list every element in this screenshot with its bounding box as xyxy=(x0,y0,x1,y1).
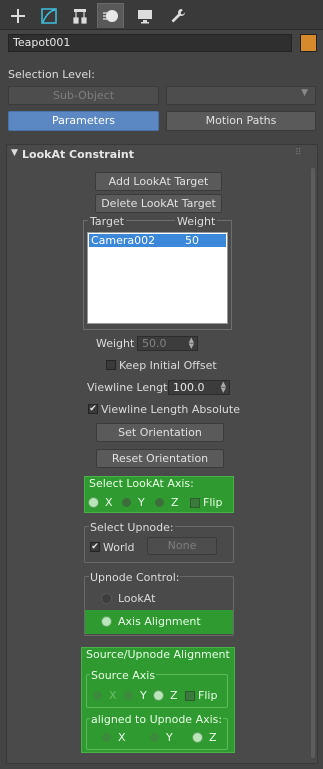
list-header-weight: Weight xyxy=(175,215,218,228)
lookat-axis-y-label: Y xyxy=(138,496,145,509)
viewline-length-absolute-label: Viewline Length Absolute xyxy=(101,403,240,416)
keep-initial-offset-checkbox[interactable] xyxy=(106,360,116,370)
aligned-axis-z-radio[interactable] xyxy=(193,733,202,742)
select-lookat-axis-title: Select LookAt Axis: xyxy=(89,477,194,490)
lookat-axis-x-radio[interactable] xyxy=(89,498,98,507)
upnode-axis-alignment-radio[interactable] xyxy=(102,617,111,626)
target-weight: 50 xyxy=(185,234,199,247)
source-axis-flip-label: Flip xyxy=(198,689,218,702)
list-header-target: Target xyxy=(88,215,127,228)
source-axis-z-label: Z xyxy=(170,689,178,702)
source-axis-flip-checkbox[interactable] xyxy=(185,691,195,701)
upnode-none-button[interactable]: None xyxy=(147,537,217,555)
motion-icon xyxy=(102,10,118,22)
lookat-axis-flip-checkbox[interactable] xyxy=(190,498,200,508)
viewline-length-spinner[interactable]: 100.0 ▲ ▼ xyxy=(168,380,230,395)
parameters-button[interactable]: Parameters xyxy=(8,111,159,131)
source-axis-title: Source Axis xyxy=(90,669,157,682)
weight-spinner[interactable]: 50.0 ▲ ▼ xyxy=(137,336,198,351)
weight-value: 50.0 xyxy=(142,337,167,350)
viewline-length-value: 100.0 xyxy=(173,381,205,394)
source-upnode-alignment-title: Source/Upnode Alignment xyxy=(86,648,230,661)
tab-create[interactable] xyxy=(4,3,31,28)
upnode-axis-alignment-label: Axis Alignment xyxy=(118,615,201,628)
aligned-upnode-axis-title: aligned to Upnode Axis: xyxy=(90,713,224,726)
source-axis-x-radio[interactable] xyxy=(93,691,102,700)
aligned-axis-x-radio[interactable] xyxy=(102,733,111,742)
lookat-axis-z-radio[interactable] xyxy=(155,498,164,507)
lookat-axis-y-radio[interactable] xyxy=(122,498,131,507)
motion-paths-button[interactable]: Motion Paths xyxy=(166,111,316,131)
aligned-axis-x-label: X xyxy=(118,731,126,744)
source-axis-y-radio[interactable] xyxy=(124,691,133,700)
tab-utilities[interactable] xyxy=(164,3,191,28)
lookat-axis-z-label: Z xyxy=(171,496,179,509)
lookat-axis-x-label: X xyxy=(105,496,113,509)
wrench-icon xyxy=(171,8,185,22)
rollout-scrollbar[interactable] xyxy=(311,168,315,758)
upnode-world-label: World xyxy=(103,541,135,554)
add-lookat-target-button[interactable]: Add LookAt Target xyxy=(95,172,222,191)
hierarchy-icon xyxy=(72,8,87,24)
sub-object-button[interactable]: Sub-Object xyxy=(8,86,159,105)
chevron-down-icon: ▼ xyxy=(301,88,308,98)
delete-lookat-target-button[interactable]: Delete LookAt Target xyxy=(95,194,222,213)
modify-curve-icon xyxy=(40,7,57,24)
selection-level-label: Selection Level: xyxy=(8,68,95,81)
set-orientation-button[interactable]: Set Orientation xyxy=(96,423,224,442)
source-axis-x-label: X xyxy=(109,689,117,702)
tab-hierarchy[interactable] xyxy=(66,3,93,28)
upnode-lookat-label: LookAt xyxy=(118,592,156,605)
aligned-axis-y-label: Y xyxy=(166,731,173,744)
plus-icon xyxy=(10,8,25,23)
keep-initial-offset-label: Keep Initial Offset xyxy=(119,359,217,372)
display-monitor-icon xyxy=(137,9,152,23)
aligned-axis-z-label: Z xyxy=(209,731,217,744)
spinner-arrows-icon[interactable]: ▲ ▼ xyxy=(221,381,226,394)
tab-modify[interactable] xyxy=(35,3,62,28)
reset-orientation-button[interactable]: Reset Orientation xyxy=(96,449,224,468)
viewline-length-absolute-checkbox[interactable]: ✔ xyxy=(88,404,98,414)
source-axis-z-radio[interactable] xyxy=(154,691,163,700)
object-name-field[interactable]: Teapot001 xyxy=(8,34,292,52)
object-color-swatch[interactable] xyxy=(300,34,317,52)
rollout-title[interactable]: LookAt Constraint xyxy=(22,148,134,161)
select-upnode-title: Select Upnode: xyxy=(89,521,175,534)
tab-motion[interactable] xyxy=(97,3,124,28)
list-item[interactable]: Camera002 50 xyxy=(89,234,226,247)
upnode-control-title: Upnode Control: xyxy=(89,571,181,584)
drag-grip-icon[interactable]: ⠿ xyxy=(295,148,302,158)
upnode-lookat-radio[interactable] xyxy=(102,594,111,603)
aligned-axis-y-radio[interactable] xyxy=(150,733,159,742)
target-name: Camera002 xyxy=(91,234,156,247)
lookat-axis-flip-label: Flip xyxy=(203,496,223,509)
spinner-arrows-icon[interactable]: ▲ ▼ xyxy=(189,337,194,350)
tab-display[interactable] xyxy=(131,3,158,28)
upnode-world-checkbox[interactable]: ✔ xyxy=(90,542,100,552)
collapse-arrow-icon[interactable]: ▼ xyxy=(11,148,18,158)
viewline-length-label: Viewline Length xyxy=(87,381,175,394)
weight-label: Weight xyxy=(96,337,135,350)
sub-object-dropdown[interactable]: ▼ xyxy=(166,86,316,105)
command-panel-tabs xyxy=(0,0,323,30)
source-axis-y-label: Y xyxy=(140,689,147,702)
